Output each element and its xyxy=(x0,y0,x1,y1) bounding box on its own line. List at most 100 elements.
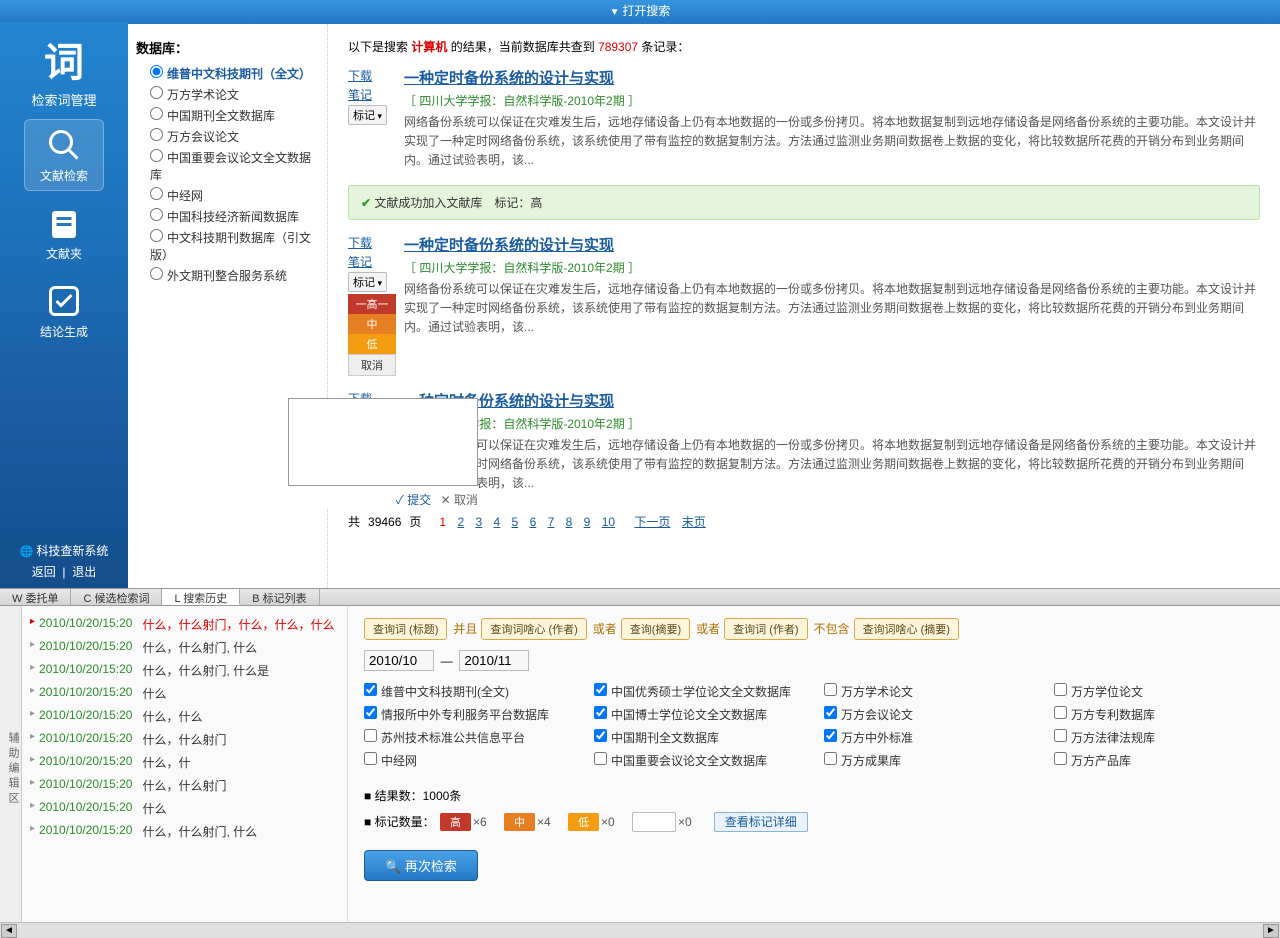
history-row[interactable]: 2010/10/20/15:20什么 xyxy=(30,800,339,817)
logout-link[interactable]: 退出 xyxy=(72,565,96,579)
db-checkbox[interactable]: 万方学位论文 xyxy=(1054,683,1264,700)
page-link[interactable]: 2 xyxy=(457,515,464,529)
query-pill[interactable]: 查询词啥心 (作者) xyxy=(481,618,586,640)
result-item: 下载笔记标记一种定时备份系统的设计与实现［ 四川大学学报：自然科学版-2010年… xyxy=(348,390,1260,494)
pagination: 共39466页 1 2 3 4 5 6 7 8 9 10 下一页 末页 xyxy=(348,513,1260,530)
note-link[interactable]: 笔记 xyxy=(348,253,396,270)
history-row[interactable]: 2010/10/20/15:20什么，什么 xyxy=(30,708,339,725)
history-row[interactable]: 2010/10/20/15:20什么 xyxy=(30,685,339,702)
page-next[interactable]: 下一页 xyxy=(634,515,670,529)
bottom-tabstrip: W 委托单C 候选检索词L 搜索历史B 标记列表 xyxy=(0,588,1280,606)
result-abstract: 网络备份系统可以保证在灾难发生后，远地存储设备上仍有本地数据的一份或多份拷贝。将… xyxy=(404,280,1260,338)
database-option[interactable]: 中文科技期刊数据库（引文版） xyxy=(136,227,319,265)
badge-low: 低 xyxy=(568,813,599,831)
nav-conclusion[interactable]: 结论生成 xyxy=(24,275,104,347)
db-checkbox[interactable]: 万方学术论文 xyxy=(824,683,1034,700)
note-popup: ✓ 提交 ✕ 取消 xyxy=(288,398,478,508)
db-checkbox[interactable]: 中国博士学位论文全文数据库 xyxy=(594,706,804,723)
history-row[interactable]: 2010/10/20/15:20什么，什么射门, 什么 xyxy=(30,639,339,656)
db-checkbox[interactable]: 万方中外标准 xyxy=(824,729,1034,746)
history-row[interactable]: 2010/10/20/15:20什么，什么射门 xyxy=(30,777,339,794)
search-detail: 查询词 (标题)并且查询词啥心 (作者)或者查询(摘要)或者查询词 (作者)不包… xyxy=(348,606,1280,922)
note-submit[interactable]: ✓ 提交 xyxy=(396,493,432,507)
query-pill[interactable]: 查询(摘要) xyxy=(621,618,690,640)
note-cancel[interactable]: ✕ 取消 xyxy=(441,493,478,507)
db-checkbox[interactable]: 中国优秀硕士学位论文全文数据库 xyxy=(594,683,804,700)
database-option[interactable]: 中国期刊全文数据库 xyxy=(136,105,319,126)
history-row[interactable]: 2010/10/20/15:20什么，什么射门 xyxy=(30,731,339,748)
db-checkbox[interactable]: 万方成果库 xyxy=(824,752,1034,769)
page-link[interactable]: 7 xyxy=(548,515,555,529)
tag-option-mid[interactable]: 中 xyxy=(348,314,396,334)
page-link[interactable]: 9 xyxy=(584,515,591,529)
page-link[interactable]: 10 xyxy=(602,515,615,529)
query-pill[interactable]: 查询词 (作者) xyxy=(724,618,807,640)
page-link[interactable]: 8 xyxy=(566,515,573,529)
page-link[interactable]: 6 xyxy=(530,515,537,529)
query-pills: 查询词 (标题)并且查询词啥心 (作者)或者查询(摘要)或者查询词 (作者)不包… xyxy=(364,618,1264,640)
db-checkbox[interactable]: 中国重要会议论文全文数据库 xyxy=(594,752,804,769)
scroll-left-icon[interactable]: ◄ xyxy=(1,924,17,938)
database-panel: 数据库： 维普中文科技期刊（全文）万方学术论文中国期刊全文数据库万方会议论文中国… xyxy=(128,24,328,588)
logo-subtitle: 检索词管理 xyxy=(31,90,96,109)
page-link[interactable]: 5 xyxy=(512,515,519,529)
scroll-right-icon[interactable]: ► xyxy=(1263,924,1279,938)
nav-folder[interactable]: 文献夹 xyxy=(24,197,104,269)
query-pill[interactable]: 查询词 (标题) xyxy=(364,618,447,640)
database-title: 数据库： xyxy=(136,38,319,57)
result-source: ［ 四川大学学报：自然科学版-2010年2期 ］ xyxy=(404,415,1260,432)
tag-button[interactable]: 标记 xyxy=(348,105,387,125)
page-link[interactable]: 4 xyxy=(494,515,501,529)
note-link[interactable]: 笔记 xyxy=(348,86,396,103)
db-checkbox[interactable]: 中经网 xyxy=(364,752,574,769)
top-toggle-bar[interactable]: 打开搜索 xyxy=(0,0,1280,22)
database-option[interactable]: 中国重要会议论文全文数据库 xyxy=(136,147,319,185)
bottom-tab[interactable]: B 标记列表 xyxy=(240,589,319,605)
research-button[interactable]: 再次检索 xyxy=(364,850,478,881)
page-last[interactable]: 末页 xyxy=(682,515,706,529)
database-option[interactable]: 万方学术论文 xyxy=(136,84,319,105)
horizontal-scrollbar[interactable]: ◄ ► xyxy=(0,922,1280,938)
db-checkbox[interactable]: 万方产品库 xyxy=(1054,752,1264,769)
page-current: 1 xyxy=(439,515,446,529)
db-checkbox[interactable]: 情报所中外专利服务平台数据库 xyxy=(364,706,574,723)
date-to[interactable] xyxy=(459,650,529,671)
download-link[interactable]: 下载 xyxy=(348,67,396,84)
view-tag-detail[interactable]: 查看标记详细 xyxy=(714,812,808,832)
tag-button[interactable]: 标记 xyxy=(348,272,387,292)
page-link[interactable]: 3 xyxy=(475,515,482,529)
date-range: — xyxy=(364,650,1264,671)
note-textarea[interactable] xyxy=(288,398,478,486)
history-row[interactable]: 2010/10/20/15:20什么，什 xyxy=(30,754,339,771)
database-option[interactable]: 维普中文科技期刊（全文） xyxy=(136,63,319,84)
back-link[interactable]: 返回 xyxy=(32,565,56,579)
download-link[interactable]: 下载 xyxy=(348,234,396,251)
database-option[interactable]: 外文期刊整合服务系统 xyxy=(136,265,319,286)
history-row[interactable]: 2010/10/20/15:20什么，什么射门, 什么 xyxy=(30,823,339,840)
date-from[interactable] xyxy=(364,650,434,671)
tag-option-cancel[interactable]: 取消 xyxy=(348,354,396,376)
database-option[interactable]: 中国科技经济新闻数据库 xyxy=(136,206,319,227)
tag-option-low[interactable]: 低 xyxy=(348,334,396,354)
database-option[interactable]: 中经网 xyxy=(136,185,319,206)
query-pill[interactable]: 查询词啥心 (摘要) xyxy=(854,618,959,640)
db-checkbox[interactable]: 万方会议论文 xyxy=(824,706,1034,723)
bottom-tab[interactable]: L 搜索历史 xyxy=(162,589,240,605)
db-checkbox[interactable]: 万方法律法规库 xyxy=(1054,729,1264,746)
result-item: 下载笔记标记一高一中低取消一种定时备份系统的设计与实现［ 四川大学学报：自然科学… xyxy=(348,234,1260,376)
query-operator: 不包含 xyxy=(814,622,850,636)
bottom-tab[interactable]: W 委托单 xyxy=(0,589,71,605)
db-checkbox[interactable]: 万方专利数据库 xyxy=(1054,706,1264,723)
database-grid: 维普中文科技期刊(全文) 中国优秀硕士学位论文全文数据库 万方学术论文 万方学位论文情… xyxy=(364,683,1264,769)
tag-option-high[interactable]: 一高一 xyxy=(348,294,396,314)
nav-search[interactable]: 文献检索 xyxy=(24,119,104,191)
bottom-tab[interactable]: C 候选检索词 xyxy=(71,589,162,605)
history-row[interactable]: 2010/10/20/15:20什么，什么射门, 什么是 xyxy=(30,662,339,679)
db-checkbox[interactable]: 中国期刊全文数据库 xyxy=(594,729,804,746)
result-title[interactable]: 一种定时备份系统的设计与实现 xyxy=(404,67,614,88)
result-title[interactable]: 一种定时备份系统的设计与实现 xyxy=(404,234,614,255)
db-checkbox[interactable]: 苏州技术标准公共信息平台 xyxy=(364,729,574,746)
database-option[interactable]: 万方会议论文 xyxy=(136,126,319,147)
db-checkbox[interactable]: 维普中文科技期刊(全文) xyxy=(364,683,574,700)
history-row[interactable]: 2010/10/20/15:20什么，什么射门，什么，什么，什么 xyxy=(30,616,339,633)
